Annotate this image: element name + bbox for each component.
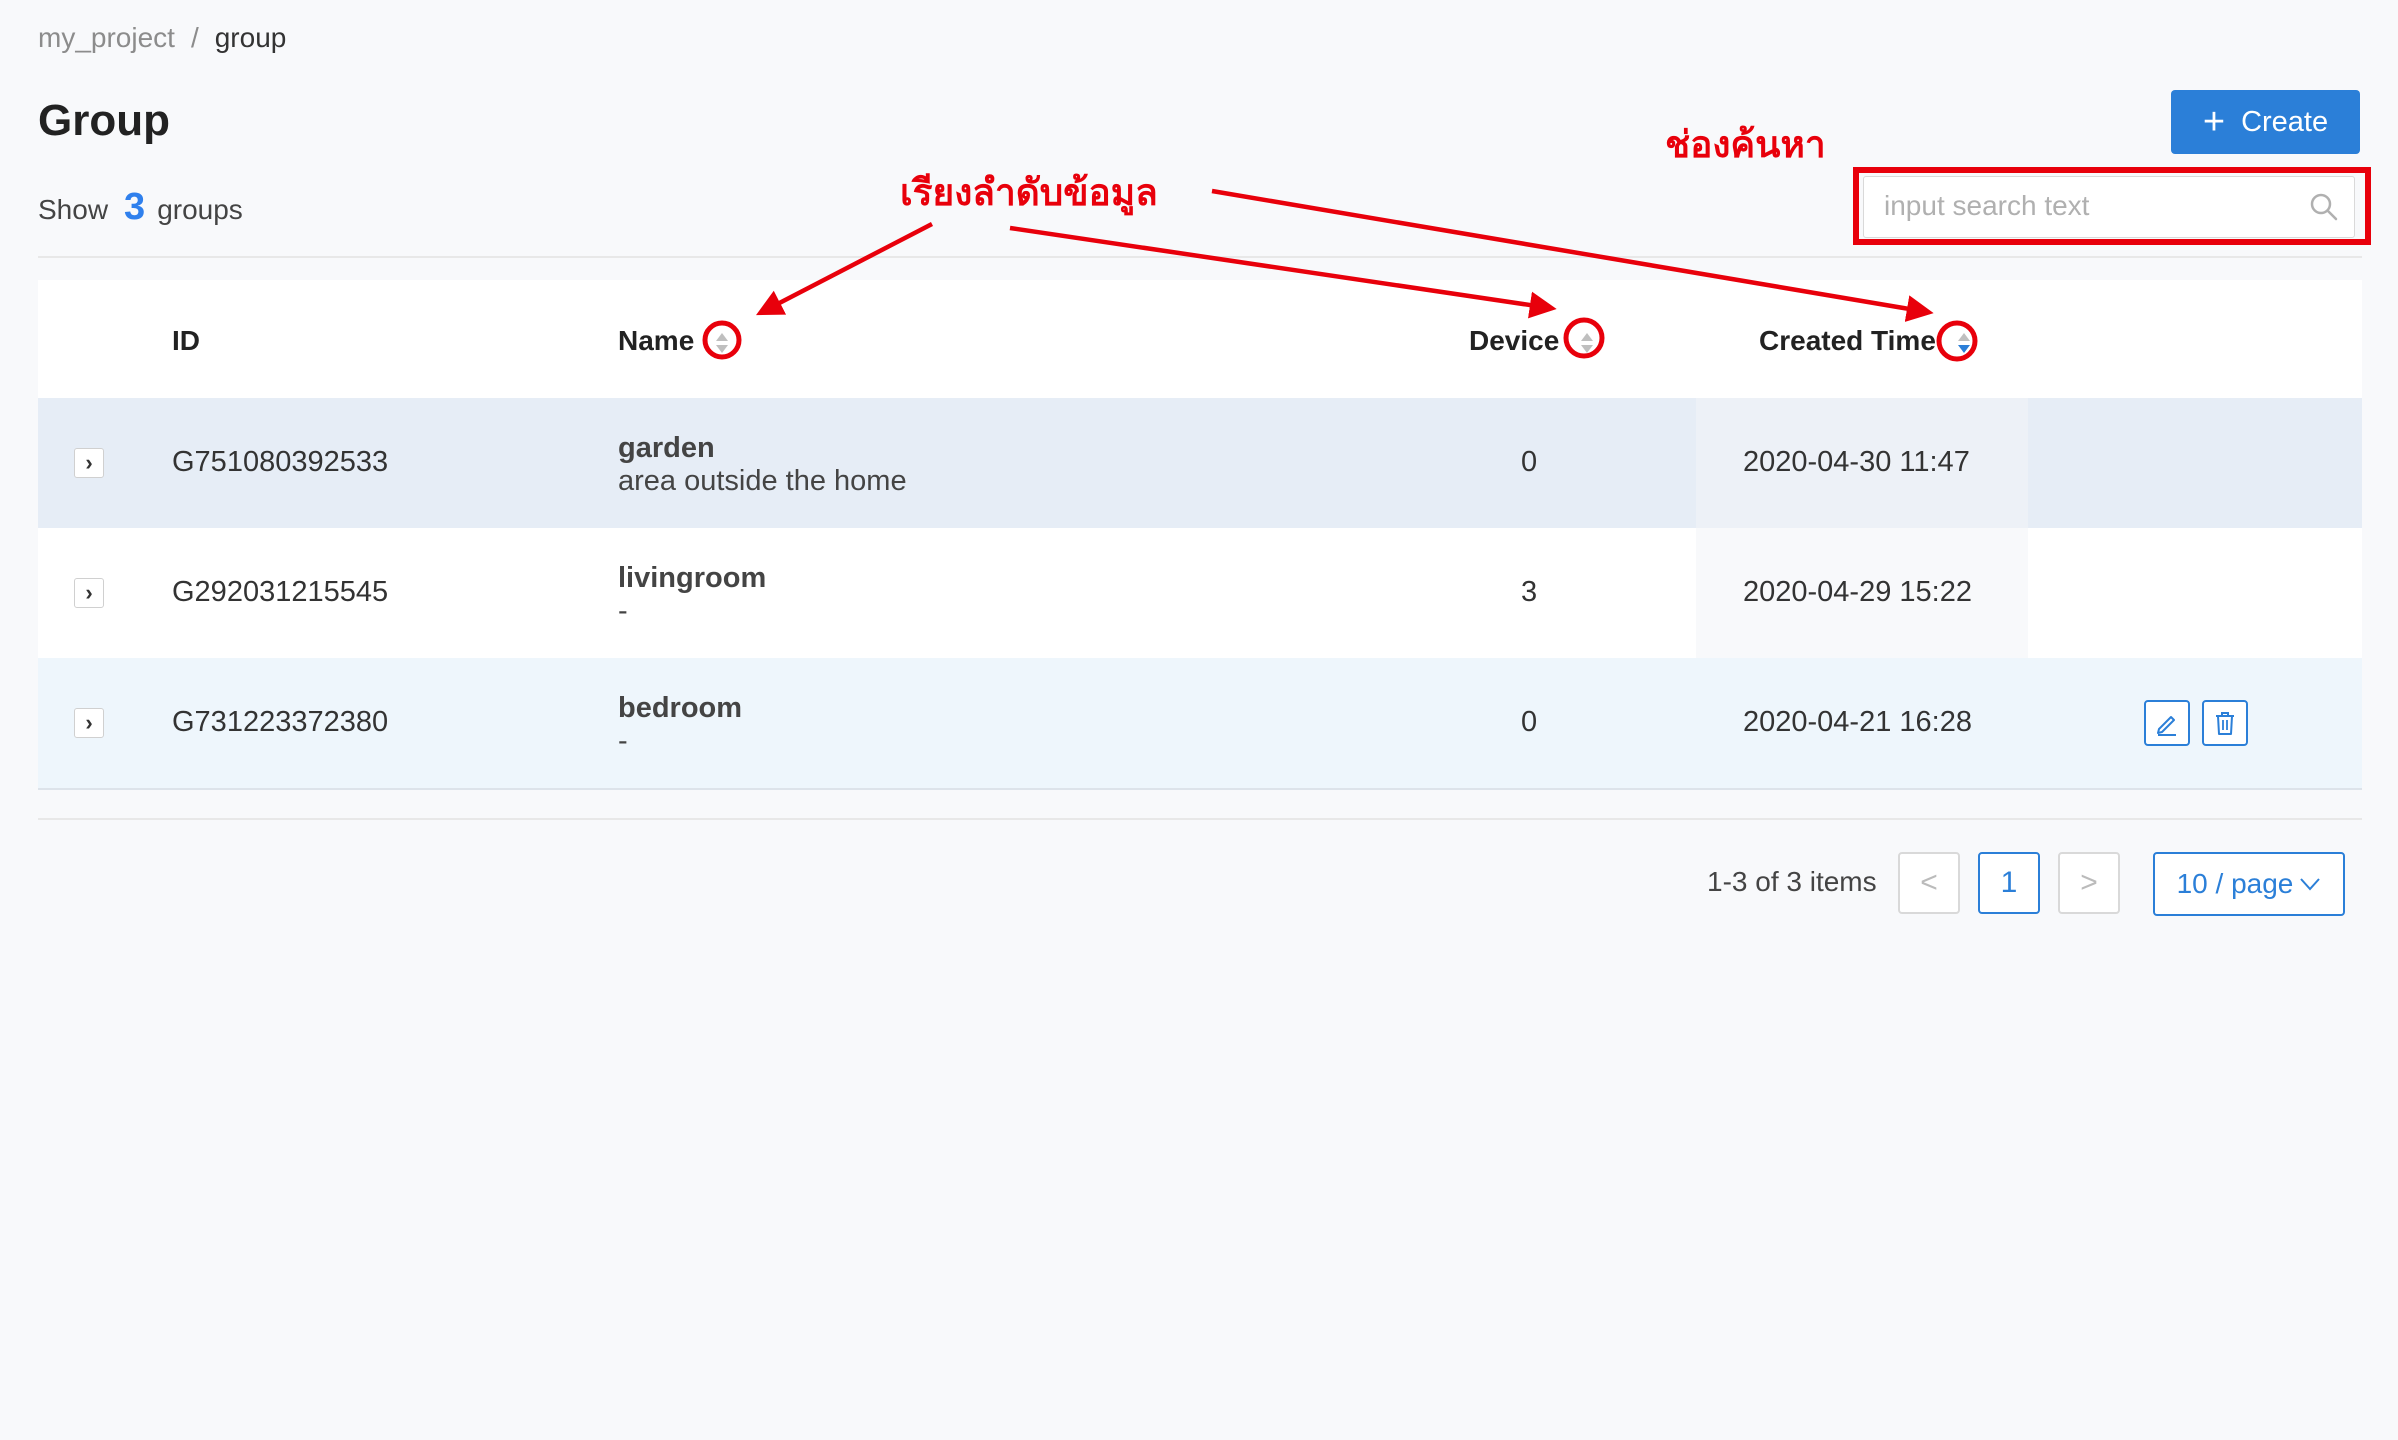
summary-prefix: Show [38, 194, 109, 225]
expand-row-button[interactable]: › [74, 578, 104, 608]
create-button[interactable]: + Create [2171, 90, 2360, 154]
row-description: area outside the home [618, 465, 907, 497]
search-input[interactable] [1864, 177, 2284, 235]
edit-button[interactable] [2144, 700, 2190, 746]
sort-icon[interactable] [1577, 329, 1597, 357]
table-row[interactable]: › G292031215545 livingroom - 3 2020-04-2… [38, 528, 2362, 658]
row-id: G751080392533 [172, 446, 389, 478]
row-name: bedroom [618, 692, 743, 724]
chevron-right-icon: › [85, 580, 93, 605]
chevron-down-icon [2300, 878, 2321, 891]
table-row[interactable]: › G751080392533 garden area outside the … [38, 398, 2362, 528]
page-title: Group [38, 96, 170, 145]
column-header-device[interactable]: Device [1469, 325, 1597, 357]
annotation-search-label: ช่องค้นหา [1665, 123, 1826, 166]
edit-icon [2157, 716, 2176, 736]
row-device-count: 3 [1521, 576, 1538, 608]
page-number: 1 [2000, 866, 2018, 899]
row-created-time: 2020-04-29 15:22 [1743, 576, 1972, 608]
plus-icon: + [2202, 101, 2226, 143]
row-description: - [618, 725, 628, 757]
expand-row-button[interactable]: › [74, 448, 104, 478]
breadcrumb-project-link[interactable]: my_project [38, 22, 175, 53]
chevron-left-icon: < [1920, 866, 1938, 899]
row-name: garden [618, 432, 715, 464]
column-header-name[interactable]: Name [618, 325, 732, 357]
row-device-count: 0 [1521, 706, 1538, 738]
table-footer-divider [38, 818, 2362, 820]
chevron-right-icon: › [85, 710, 93, 735]
row-device-count: 0 [1521, 446, 1538, 478]
expand-row-button[interactable]: › [74, 708, 104, 738]
group-count-summary: Show 3 groups [38, 186, 243, 229]
sort-icon[interactable] [712, 329, 732, 357]
row-created-time: 2020-04-30 11:47 [1743, 446, 1970, 478]
breadcrumb: my_project / group [38, 22, 286, 54]
chevron-right-icon: › [85, 450, 93, 475]
row-name: livingroom [618, 562, 767, 594]
column-header-device-label: Device [1469, 325, 1560, 356]
page-size-value: 10 / page [2176, 868, 2294, 899]
pagination-total: 1-3 of 3 items [1707, 866, 1877, 897]
header-divider [38, 256, 2362, 258]
create-button-label: Create [2241, 105, 2329, 138]
prev-page-button[interactable]: < [1898, 852, 1960, 914]
row-created-time: 2020-04-21 16:28 [1743, 706, 1972, 738]
table-header [38, 280, 2362, 398]
search-icon[interactable] [2308, 191, 2340, 223]
sort-descending-icon[interactable] [1954, 329, 1974, 357]
column-header-created-time-label: Created Time [1759, 325, 1936, 356]
summary-suffix: groups [157, 194, 243, 225]
table-row[interactable]: › G731223372380 bedroom - 0 2020-04-21 1… [38, 658, 2362, 790]
page-1-button[interactable]: 1 [1978, 852, 2040, 914]
trash-icon [2216, 712, 2234, 735]
chevron-right-icon: > [2080, 866, 2098, 899]
column-header-name-label: Name [618, 325, 695, 356]
row-id: G292031215545 [172, 576, 389, 608]
breadcrumb-separator: / [190, 22, 199, 53]
page-size-select[interactable]: 10 / page [2153, 852, 2345, 916]
delete-button[interactable] [2202, 700, 2248, 746]
search-box [1863, 176, 2355, 238]
column-header-id: ID [172, 325, 200, 356]
row-description: - [618, 595, 628, 627]
row-id: G731223372380 [172, 706, 389, 738]
column-header-created-time[interactable]: Created Time [1759, 325, 1974, 357]
annotation-sort-label: เรียงลำดับข้อมูล [900, 171, 1158, 214]
group-count: 3 [124, 186, 146, 228]
next-page-button[interactable]: > [2058, 852, 2120, 914]
breadcrumb-current: group [214, 22, 287, 53]
